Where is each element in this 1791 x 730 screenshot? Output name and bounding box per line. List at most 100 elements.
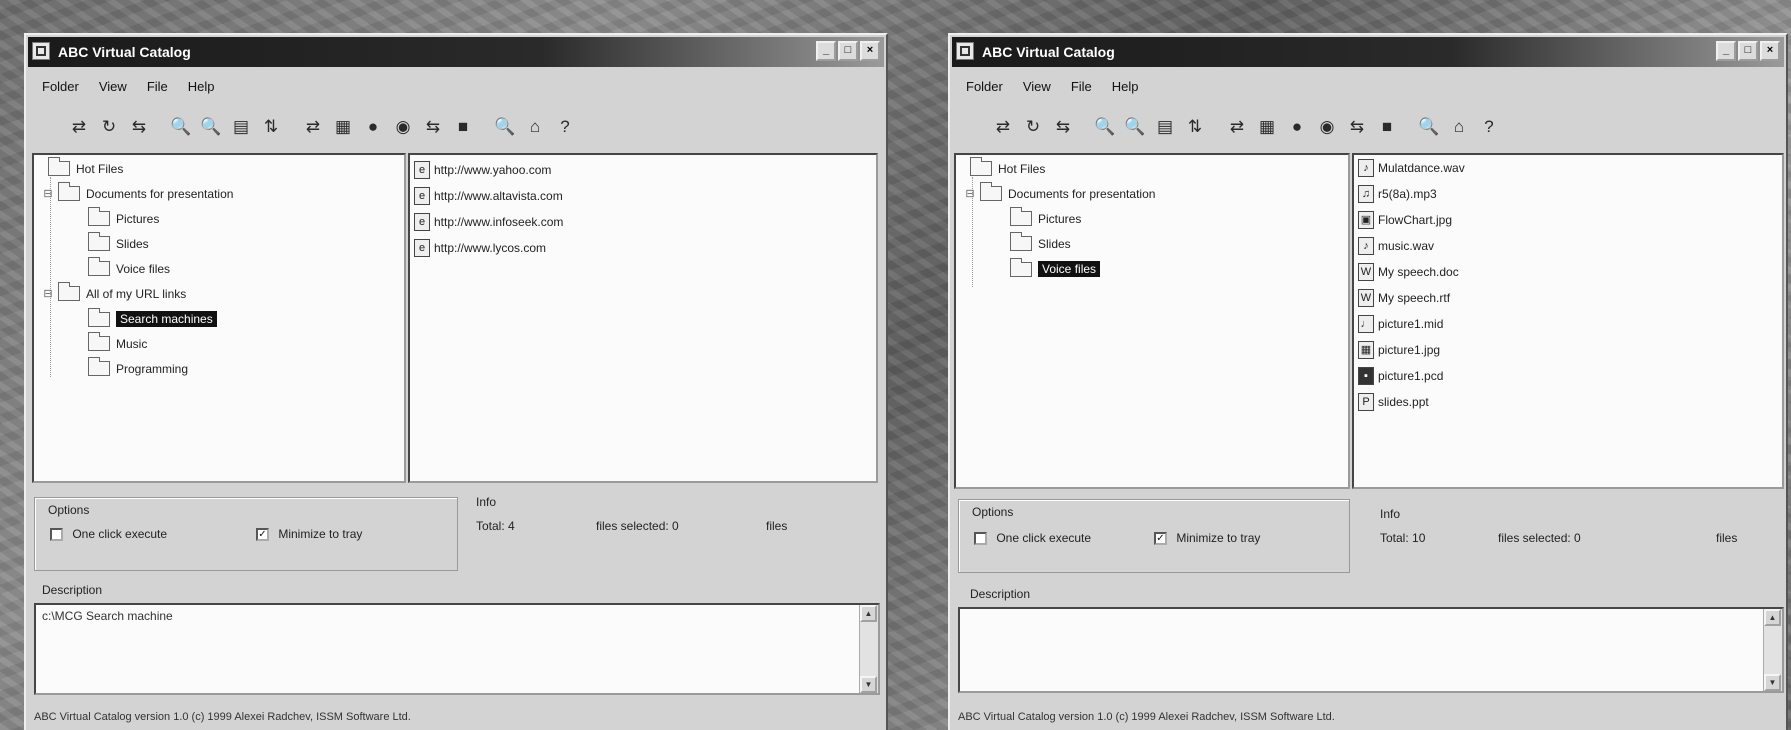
minimize-button[interactable]: _ xyxy=(1716,41,1736,61)
zoom-in-icon[interactable]: 🔍 xyxy=(170,115,192,139)
scan-icon[interactable]: ◉ xyxy=(392,115,414,139)
scan-icon[interactable]: ◉ xyxy=(1316,115,1338,139)
title-bar[interactable]: ABC Virtual Catalog _ □ × xyxy=(28,37,884,67)
find-icon[interactable]: 🔍 xyxy=(1418,115,1440,139)
tree-item-hot-files[interactable]: Hot Files xyxy=(970,157,1045,176)
home-icon[interactable]: ⌂ xyxy=(1448,115,1470,139)
zoom-in-icon[interactable]: 🔍 xyxy=(1094,115,1116,139)
copy-icon[interactable]: ▤ xyxy=(230,115,252,139)
swap-icon[interactable]: ⇆ xyxy=(1052,115,1074,139)
list-item[interactable]: ▣ FlowChart.jpg xyxy=(1358,211,1452,229)
file-list-pane[interactable]: e http://www.yahoo.com e http://www.alta… xyxy=(408,153,878,483)
swap2-icon[interactable]: ⇆ xyxy=(1346,115,1368,139)
description-field[interactable]: c:\MCG Search machine ▲ ▼ xyxy=(34,603,880,695)
list-item[interactable]: ♪ music.wav xyxy=(1358,237,1434,255)
sort-icon[interactable]: ⇅ xyxy=(1184,115,1206,139)
list-item[interactable]: W My speech.rtf xyxy=(1358,289,1450,307)
move-icon[interactable]: ⇄ xyxy=(992,115,1014,139)
menu-folder[interactable]: Folder xyxy=(966,79,1003,94)
close-button[interactable]: × xyxy=(1760,41,1780,61)
list-item[interactable]: ♪ Mulatdance.wav xyxy=(1358,159,1465,177)
minimize-option[interactable]: ✓ Minimize to tray xyxy=(256,527,362,542)
menu-bar: Folder View File Help xyxy=(966,79,1159,94)
list-item[interactable]: ♫ r5(8a).mp3 xyxy=(1358,185,1437,203)
one-click-checkbox[interactable] xyxy=(974,532,987,546)
list-item[interactable]: e http://www.altavista.com xyxy=(414,187,563,205)
zoom-out-icon[interactable]: 🔍 xyxy=(200,115,222,139)
list-item[interactable]: ♩ picture1.mid xyxy=(1358,315,1443,333)
sort-icon[interactable]: ⇅ xyxy=(260,115,282,139)
one-click-option[interactable]: One click execute xyxy=(974,531,1091,546)
minimize-checkbox[interactable]: ✓ xyxy=(1154,532,1167,546)
menu-help[interactable]: Help xyxy=(188,79,215,94)
transfer-icon[interactable]: ⇄ xyxy=(302,115,324,139)
tree-item-slides[interactable]: Slides xyxy=(1010,232,1071,251)
menu-view[interactable]: View xyxy=(1023,79,1051,94)
scroll-up-button[interactable]: ▲ xyxy=(860,605,877,622)
scroll-down-button[interactable]: ▼ xyxy=(860,676,877,693)
find-icon[interactable]: 🔍 xyxy=(494,115,516,139)
one-click-checkbox[interactable] xyxy=(50,528,63,542)
list-item[interactable]: e http://www.infoseek.com xyxy=(414,213,563,231)
swap2-icon[interactable]: ⇆ xyxy=(422,115,444,139)
scroll-down-button[interactable]: ▼ xyxy=(1764,674,1781,691)
menu-file[interactable]: File xyxy=(1071,79,1092,94)
menu-file[interactable]: File xyxy=(147,79,168,94)
tree-item-pictures[interactable]: Pictures xyxy=(1010,207,1081,226)
list-item[interactable]: ▦ picture1.jpg xyxy=(1358,341,1440,359)
record-icon[interactable]: ● xyxy=(1286,115,1308,139)
minimize-checkbox[interactable]: ✓ xyxy=(256,528,269,542)
home-icon[interactable]: ⌂ xyxy=(524,115,546,139)
list-item[interactable]: e http://www.lycos.com xyxy=(414,239,546,257)
tree-item-documents[interactable]: ⊟ Documents for presentation xyxy=(964,182,1155,201)
swap-icon[interactable]: ⇆ xyxy=(128,115,150,139)
list-icon[interactable]: ▦ xyxy=(332,115,354,139)
description-scrollbar[interactable]: ▲ ▼ xyxy=(859,605,878,693)
title-bar[interactable]: ABC Virtual Catalog _ □ × xyxy=(952,37,1784,67)
list-item[interactable]: ▪ picture1.pcd xyxy=(1358,367,1443,385)
menu-view[interactable]: View xyxy=(99,79,127,94)
monitor-icon[interactable]: ■ xyxy=(1376,115,1398,139)
one-click-option[interactable]: One click execute xyxy=(50,527,167,542)
help-icon[interactable]: ? xyxy=(554,115,576,139)
refresh-icon[interactable]: ↻ xyxy=(1022,115,1044,139)
tree-item-pictures[interactable]: Pictures xyxy=(88,207,159,226)
list-icon[interactable]: ▦ xyxy=(1256,115,1278,139)
refresh-icon[interactable]: ↻ xyxy=(98,115,120,139)
collapse-icon[interactable]: ⊟ xyxy=(42,187,54,200)
close-button[interactable]: × xyxy=(860,41,880,61)
transfer-icon[interactable]: ⇄ xyxy=(1226,115,1248,139)
tree-item-music[interactable]: Music xyxy=(88,332,147,351)
menu-help[interactable]: Help xyxy=(1112,79,1139,94)
list-item[interactable]: e http://www.yahoo.com xyxy=(414,161,551,179)
description-field[interactable]: ▲ ▼ xyxy=(958,607,1784,693)
maximize-button[interactable]: □ xyxy=(1738,41,1758,61)
description-scrollbar[interactable]: ▲ ▼ xyxy=(1763,609,1782,691)
tree-item-hot-files[interactable]: Hot Files xyxy=(48,157,123,176)
minimize-option[interactable]: ✓ Minimize to tray xyxy=(1154,531,1260,546)
tree-item-urls[interactable]: ⊟ All of my URL links xyxy=(42,282,186,301)
tree-item-search[interactable]: Search machines xyxy=(88,307,217,327)
tree-item-voice[interactable]: Voice files xyxy=(1010,257,1101,277)
folder-tree-pane[interactable]: Hot Files ⊟ Documents for presentation P… xyxy=(954,153,1350,489)
tree-item-programming[interactable]: Programming xyxy=(88,357,188,376)
copy-icon[interactable]: ▤ xyxy=(1154,115,1176,139)
help-icon[interactable]: ? xyxy=(1478,115,1500,139)
file-list-pane[interactable]: ♪ Mulatdance.wav ♫ r5(8a).mp3 ▣ FlowChar… xyxy=(1352,153,1784,489)
minimize-button[interactable]: _ xyxy=(816,41,836,61)
scroll-up-button[interactable]: ▲ xyxy=(1764,609,1781,626)
monitor-icon[interactable]: ■ xyxy=(452,115,474,139)
menu-folder[interactable]: Folder xyxy=(42,79,79,94)
collapse-icon[interactable]: ⊟ xyxy=(964,187,976,200)
list-item[interactable]: P slides.ppt xyxy=(1358,393,1429,411)
folder-tree-pane[interactable]: Hot Files ⊟ Documents for presentation P… xyxy=(32,153,406,483)
tree-item-documents[interactable]: ⊟ Documents for presentation xyxy=(42,182,233,201)
collapse-icon[interactable]: ⊟ xyxy=(42,287,54,300)
zoom-out-icon[interactable]: 🔍 xyxy=(1124,115,1146,139)
tree-item-slides[interactable]: Slides xyxy=(88,232,149,251)
move-icon[interactable]: ⇄ xyxy=(68,115,90,139)
tree-item-voice[interactable]: Voice files xyxy=(88,257,170,276)
maximize-button[interactable]: □ xyxy=(838,41,858,61)
record-icon[interactable]: ● xyxy=(362,115,384,139)
list-item[interactable]: W My speech.doc xyxy=(1358,263,1459,281)
